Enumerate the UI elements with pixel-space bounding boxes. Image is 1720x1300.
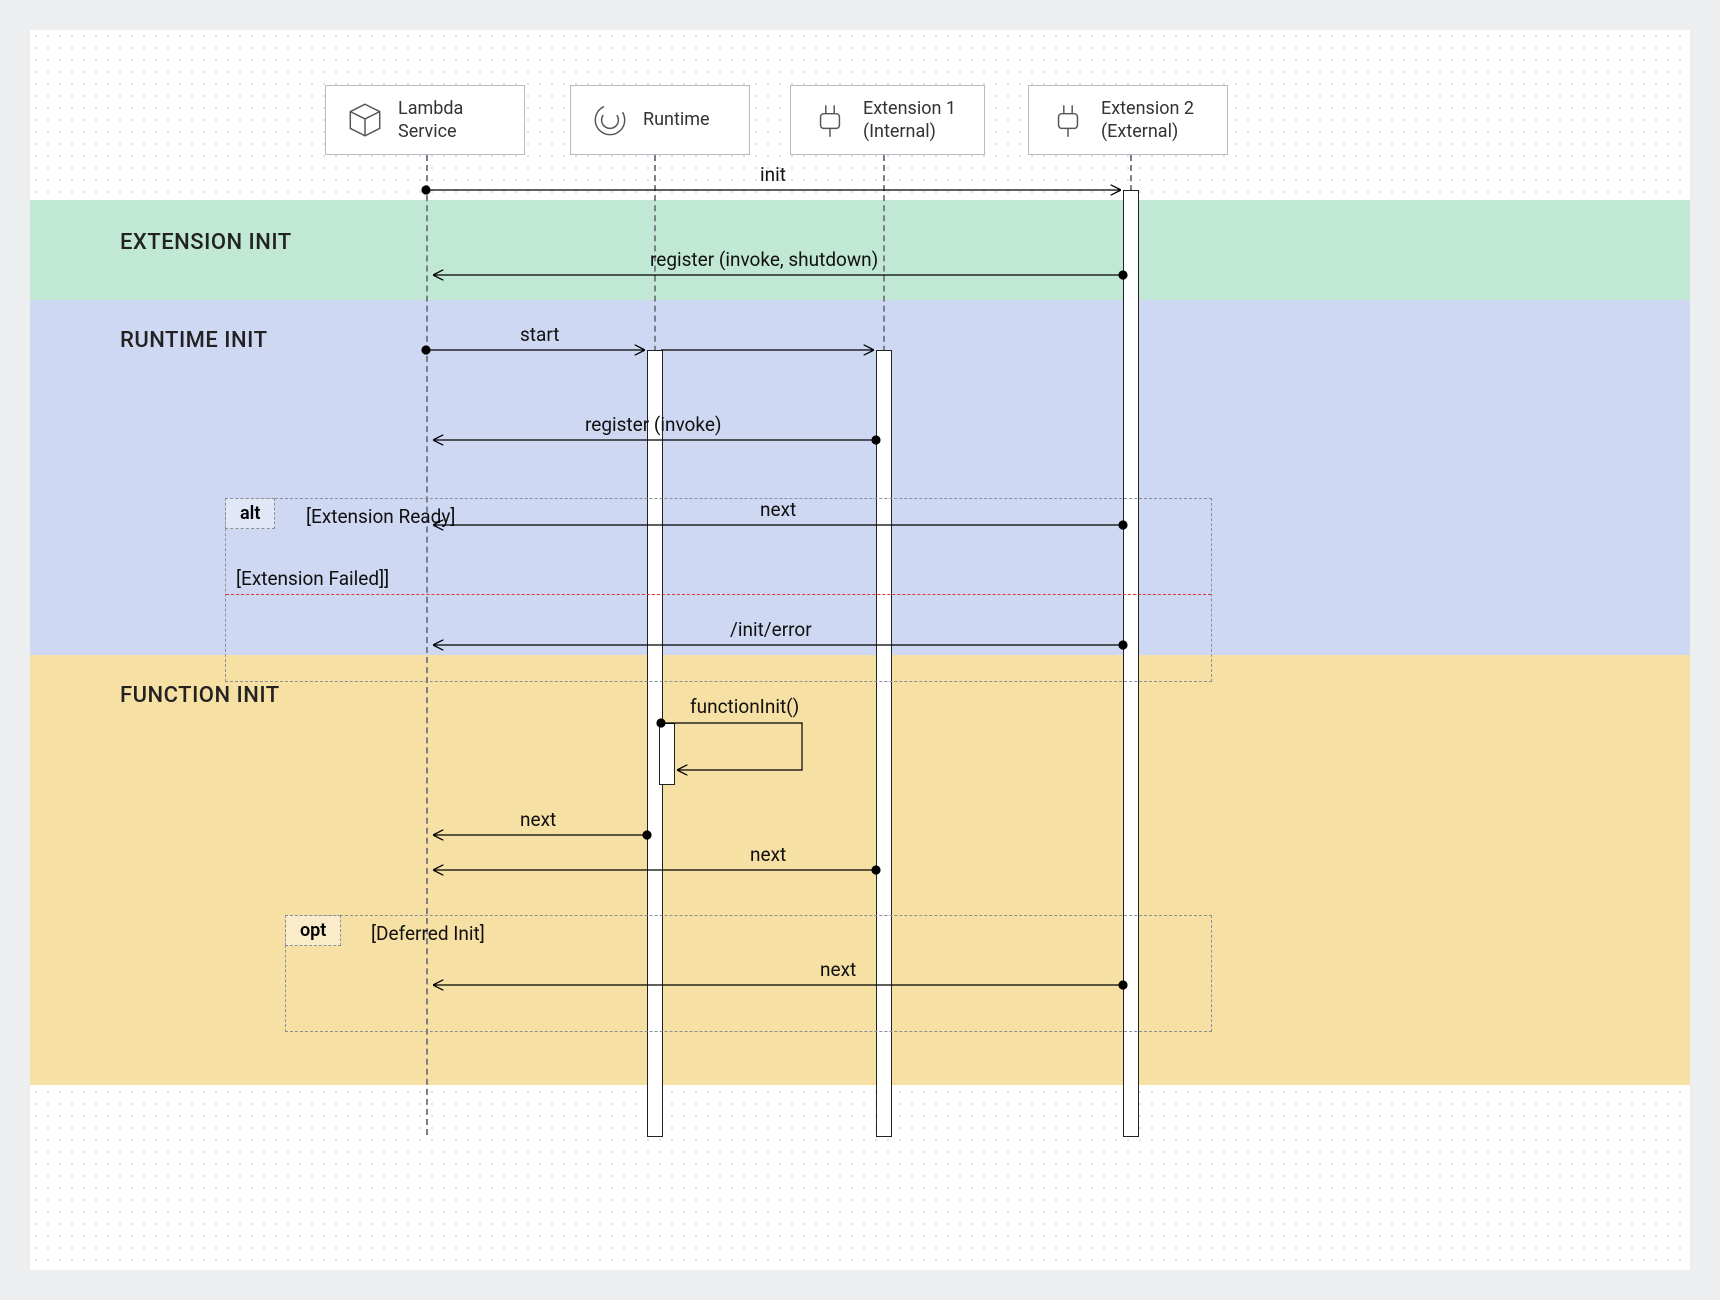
participant-label: LambdaService: [398, 97, 463, 144]
plug-icon: [809, 99, 851, 141]
spinner-icon: [589, 99, 631, 141]
fragment-label: alt: [225, 498, 275, 529]
msg-next-ext1: next: [750, 843, 786, 866]
phase-label-ext: EXTENSION INIT: [120, 230, 292, 255]
fragment-guard: [Extension Ready]: [306, 505, 455, 528]
msg-fninit: functionInit(): [690, 695, 799, 718]
alt-divider: [226, 594, 1211, 595]
participant-label: Extension 2(External): [1101, 97, 1194, 144]
msg-register-ext2: register (invoke, shutdown): [650, 248, 878, 271]
diagram-canvas: EXTENSION INIT RUNTIME INIT FUNCTION INI…: [30, 30, 1690, 1270]
msg-next-a: next: [760, 498, 796, 521]
phase-label-rt: RUNTIME INIT: [120, 328, 267, 353]
msg-init-error: /init/error: [730, 618, 812, 641]
cube-icon: [344, 99, 386, 141]
msg-start: start: [520, 323, 559, 346]
participant-label: Extension 1(Internal): [863, 97, 956, 144]
fragment-guard: [Extension Failed]]: [236, 567, 389, 590]
msg-next-ext2c: next: [820, 958, 856, 981]
participant-runtime: Runtime: [570, 85, 750, 155]
participant-lambda: LambdaService: [325, 85, 525, 155]
msg-register-ext1: register (invoke): [585, 413, 722, 436]
fragment-guard: [Deferred Init]: [371, 922, 485, 945]
fragment-alt: alt [Extension Ready] [Extension Failed]…: [225, 498, 1212, 682]
plug-icon: [1047, 99, 1089, 141]
fragment-label: opt: [285, 915, 341, 946]
fragment-opt: opt [Deferred Init]: [285, 915, 1212, 1032]
participant-ext2: Extension 2(External): [1028, 85, 1228, 155]
msg-next-rt: next: [520, 808, 556, 831]
msg-init: init: [760, 163, 786, 186]
activation-fninit: [659, 723, 675, 785]
participant-ext1: Extension 1(Internal): [790, 85, 985, 155]
participant-label: Runtime: [643, 108, 710, 131]
phase-label-fn: FUNCTION INIT: [120, 683, 280, 708]
